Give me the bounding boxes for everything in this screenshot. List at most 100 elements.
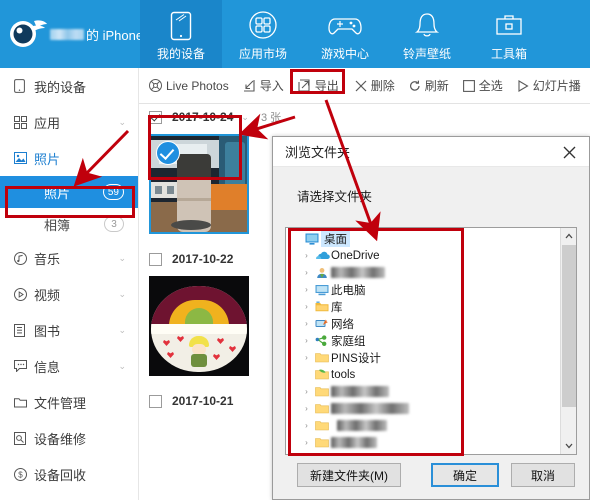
desktop-icon xyxy=(303,233,321,245)
tree-item-desktop[interactable]: 桌面 xyxy=(286,230,560,247)
tree-item-label: tools xyxy=(331,368,356,381)
tree-item-homegroup[interactable]: › 家庭组 xyxy=(286,332,560,349)
chevron-down-icon[interactable]: ⌄ xyxy=(118,253,126,264)
scroll-down-icon[interactable] xyxy=(561,438,576,454)
tree-item-user[interactable]: › xyxy=(286,264,560,281)
tree-item-masked-4[interactable]: › xyxy=(286,434,560,451)
expander[interactable]: › xyxy=(300,438,313,447)
device-icon xyxy=(170,7,192,41)
expander[interactable]: › xyxy=(300,285,313,294)
tree-item-pins-design[interactable]: › PINS设计 xyxy=(286,349,560,366)
import-button[interactable]: 导入 xyxy=(243,74,284,98)
onedrive-icon xyxy=(313,250,331,261)
video-icon xyxy=(14,287,34,301)
tree-item-tools[interactable]: tools xyxy=(286,366,560,383)
expander[interactable]: › xyxy=(300,421,313,430)
tab-label: 我的设备 xyxy=(156,46,205,61)
ok-button[interactable]: 确定 xyxy=(431,463,499,487)
tab-ringtone-wallpaper[interactable]: 铃声壁纸 xyxy=(386,0,468,68)
chevron-down-icon[interactable]: ⌄ xyxy=(118,325,126,336)
photo-region xyxy=(151,286,247,372)
apps-grid-icon xyxy=(14,115,34,129)
ok-label: 确定 xyxy=(452,468,477,483)
tree-scrollbar[interactable] xyxy=(560,228,576,454)
sidebar-item-device-repair[interactable]: 设备维修 xyxy=(0,420,138,456)
chevron-down-icon[interactable]: ⌄ xyxy=(118,361,126,372)
sidebar-item-apps[interactable]: 应用 ⌄ xyxy=(0,104,138,140)
tab-toolbox[interactable]: 工具箱 xyxy=(468,0,550,68)
group-count: 3 张 xyxy=(260,112,282,124)
toolbar-button-label: 幻灯片播 xyxy=(532,79,581,93)
photo-thumbnail[interactable] xyxy=(149,276,249,376)
sidebar-item-label: 设备维修 xyxy=(34,431,87,447)
sidebar-item-label: 文件管理 xyxy=(34,395,87,411)
sidebar-item-my-device[interactable]: 我的设备 xyxy=(0,68,138,104)
sidebar-subitem-photos[interactable]: 照片 59 xyxy=(0,176,138,208)
expander[interactable]: › xyxy=(300,404,313,413)
expander[interactable]: › xyxy=(300,251,313,260)
tree-item-onedrive[interactable]: › OneDrive xyxy=(286,247,560,264)
tree-item-this-pc[interactable]: › 此电脑 xyxy=(286,281,560,298)
nav-tabs: 我的设备 应用市场 游戏中心 铃声壁纸 工具箱 xyxy=(140,0,550,68)
expander[interactable]: › xyxy=(300,319,313,328)
refresh-button[interactable]: 刷新 xyxy=(409,74,449,98)
cancel-button[interactable]: 取消 xyxy=(511,463,575,487)
photo-thumbnail[interactable] xyxy=(149,134,249,234)
new-folder-button[interactable]: 新建文件夹(M) xyxy=(297,463,401,487)
group-checkbox[interactable] xyxy=(149,110,162,124)
folder-yellow-icon xyxy=(313,352,331,363)
tree-item-masked-1[interactable]: › xyxy=(286,383,560,400)
sidebar-item-file-manager[interactable]: 文件管理 xyxy=(0,384,138,420)
tab-label: 工具箱 xyxy=(490,46,527,61)
scrollbar-thumb[interactable] xyxy=(562,245,576,407)
chevron-down-icon[interactable]: ⌄ xyxy=(118,289,126,300)
sidebar-item-music[interactable]: 音乐 ⌄ xyxy=(0,240,138,276)
export-button[interactable]: 导出 xyxy=(298,74,339,98)
device-name[interactable]: 的 iPhone ▾ xyxy=(50,25,151,44)
tree-item-network[interactable]: › 网络 xyxy=(286,315,560,332)
tab-app-store[interactable]: 应用市场 xyxy=(222,0,304,68)
group-checkbox[interactable] xyxy=(149,394,162,408)
expander[interactable]: › xyxy=(300,268,313,277)
sidebar-item-video[interactable]: 视频 ⌄ xyxy=(0,276,138,312)
group-checkbox[interactable] xyxy=(149,252,162,266)
tree-item-masked-2[interactable]: › xyxy=(286,400,560,417)
tree-item-label-masked xyxy=(331,267,385,278)
new-folder-label: 新建文件夹(M) xyxy=(310,468,388,483)
live-photos-button[interactable]: Live Photos xyxy=(149,74,229,98)
select-all-button[interactable]: 全选 xyxy=(462,74,503,98)
photo-region xyxy=(171,220,211,230)
sidebar-subitem-albums[interactable]: 相簿 3 xyxy=(0,208,138,240)
delete-button[interactable]: 删除 xyxy=(355,74,395,98)
tree-item-label: OneDrive xyxy=(331,249,380,262)
tree-item-label: 桌面 xyxy=(321,230,350,247)
folder-tree[interactable]: 桌面 › OneDrive › › 此电脑 › 库 › 网络 › 家庭组 › P… xyxy=(286,228,560,454)
scroll-up-icon[interactable] xyxy=(561,228,576,244)
folder-icon xyxy=(14,397,34,408)
toolbar-button-label: 导入 xyxy=(259,79,284,93)
import-icon xyxy=(243,79,256,92)
folder-yellow-icon xyxy=(313,420,331,431)
sidebar-item-photos[interactable]: 照片 xyxy=(0,140,138,176)
tab-label: 游戏中心 xyxy=(320,46,369,61)
expander[interactable]: › xyxy=(300,353,313,362)
tab-game-center[interactable]: 游戏中心 xyxy=(304,0,386,68)
chevron-down-icon[interactable]: ⌄ xyxy=(118,117,126,128)
photo-selected-check-icon[interactable] xyxy=(156,141,180,165)
tree-item-label: 网络 xyxy=(331,318,354,331)
close-x-icon[interactable] xyxy=(555,141,583,163)
toolbar-button-label: Live Photos xyxy=(166,78,229,93)
chevron-down-icon[interactable]: ⌄ xyxy=(241,112,249,123)
svg-text:$: $ xyxy=(18,470,23,479)
computer-icon xyxy=(313,284,331,296)
expander[interactable]: › xyxy=(300,387,313,396)
tab-my-device[interactable]: 我的设备 xyxy=(140,0,222,68)
sidebar-item-messages[interactable]: 信息 ⌄ xyxy=(0,348,138,384)
sidebar-item-books[interactable]: 图书 ⌄ xyxy=(0,312,138,348)
expander[interactable]: › xyxy=(300,302,313,311)
tree-item-libraries[interactable]: › 库 xyxy=(286,298,560,315)
tree-item-masked-3[interactable]: › xyxy=(286,417,560,434)
slideshow-button[interactable]: 幻灯片播 xyxy=(517,74,581,98)
sidebar-item-device-recycle[interactable]: $ 设备回收 xyxy=(0,456,138,492)
expander[interactable]: › xyxy=(300,336,313,345)
